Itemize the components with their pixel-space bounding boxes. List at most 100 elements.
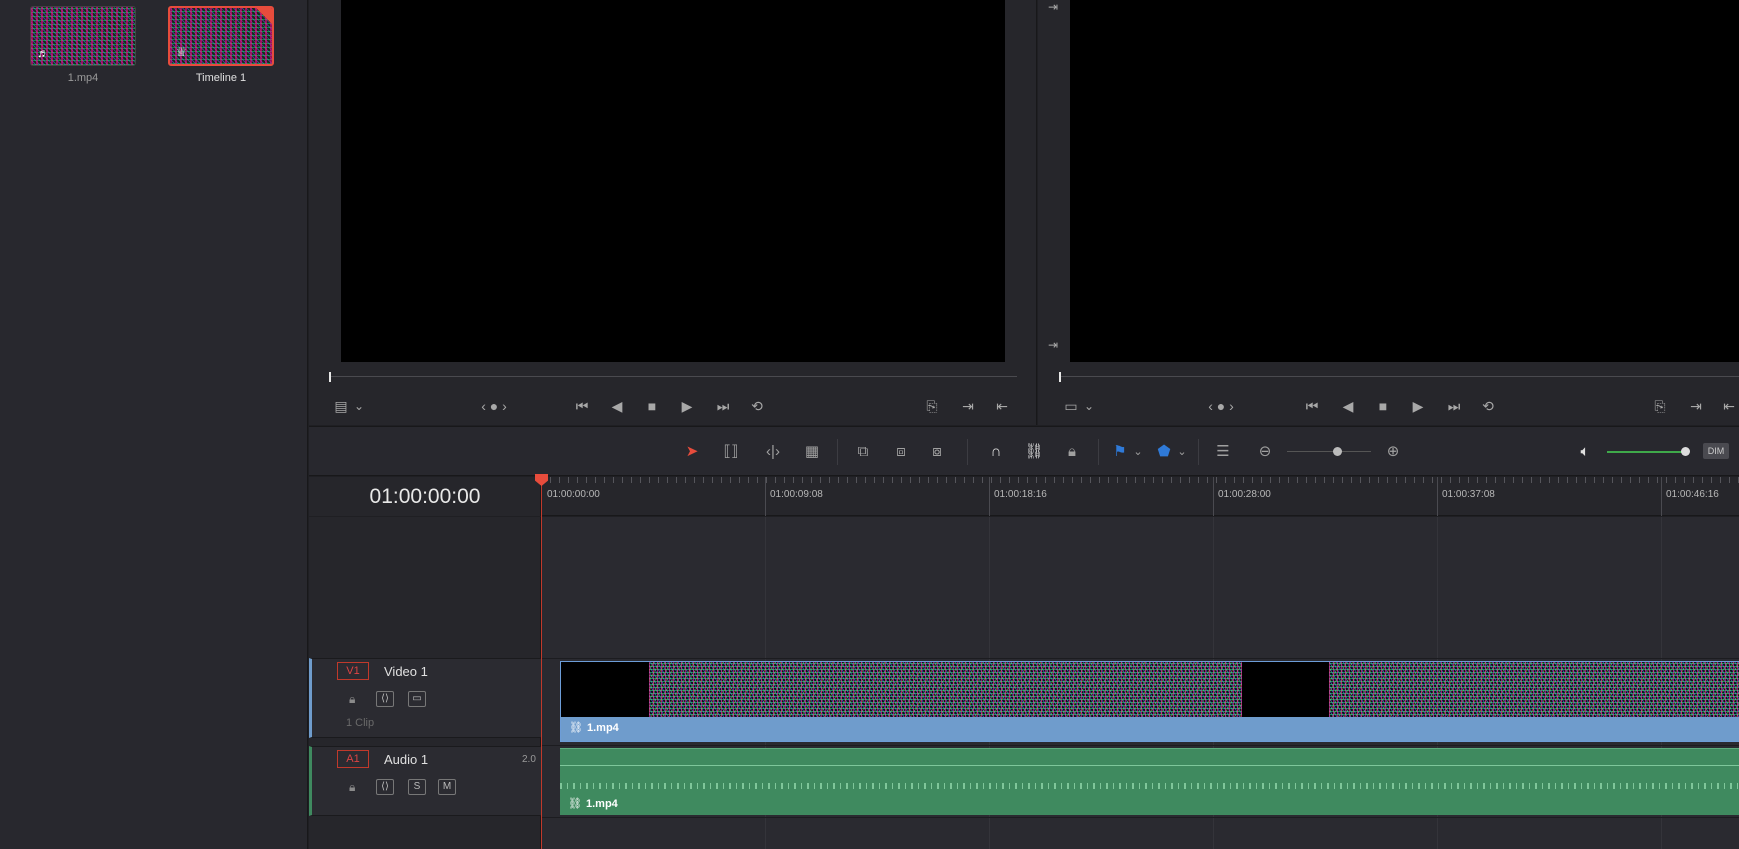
ruler-label: 01:00:18:16 bbox=[994, 489, 1047, 500]
timeline-view-icon[interactable]: ☰ bbox=[1210, 440, 1236, 464]
ruler-label: 01:00:46:16 bbox=[1666, 489, 1719, 500]
audio-level-line[interactable] bbox=[560, 765, 1739, 766]
match-frame-icon[interactable]: ⎘ bbox=[922, 396, 942, 416]
timeline-scrubber[interactable] bbox=[1059, 376, 1739, 377]
prev-edit-icon[interactable]: ⇤ bbox=[1720, 396, 1738, 416]
media-timeline-label: Timeline 1 bbox=[195, 72, 247, 84]
ruler-tick bbox=[765, 477, 766, 516]
ruler-tick bbox=[989, 477, 990, 516]
ruler-label: 01:00:37:08 bbox=[1442, 489, 1495, 500]
zoom-slider-knob[interactable] bbox=[1333, 447, 1342, 456]
ruler-tick bbox=[1213, 477, 1214, 516]
blade-icon[interactable]: ▦ bbox=[799, 440, 825, 464]
view-mode-icon[interactable]: ▤ bbox=[331, 396, 351, 416]
trim-edit-icon[interactable]: ⟦⟧ bbox=[717, 440, 745, 464]
video-clip-name-bar: ⛓ 1.mp4 bbox=[561, 717, 1739, 741]
position-lock-icon[interactable]: 🔒︎ bbox=[1061, 440, 1083, 464]
toolbar-divider bbox=[967, 439, 968, 465]
match-frame-icon[interactable]: ⎘ bbox=[1650, 396, 1670, 416]
track-name[interactable]: Audio 1 bbox=[384, 752, 428, 767]
timeline-ruler[interactable]: 01:00:00:00 01:00:09:08 01:00:18:16 01:0… bbox=[541, 477, 1739, 516]
audio-waveform bbox=[560, 783, 1739, 789]
chevron-down-icon[interactable]: ⌄ bbox=[1083, 396, 1095, 416]
play-icon[interactable]: ▶ bbox=[677, 396, 697, 416]
viewer-edge: ⇥ ⇥ bbox=[1038, 0, 1070, 362]
selection-arrow-icon[interactable]: ➤ bbox=[681, 440, 703, 464]
timeline-viewer: ⇥ ⇥ ▭ ⌄ ‹ ● › ⏮ ◀ ■ ▶ ⏭ ⟲ ⎘ ⇥ ⇤ bbox=[1038, 0, 1739, 425]
audio-clip-name: 1.mp4 bbox=[586, 798, 618, 810]
jog-control[interactable]: ‹ ● › bbox=[469, 396, 519, 416]
track-badge-v1[interactable]: V1 bbox=[337, 662, 369, 680]
jog-control[interactable]: ‹ ● › bbox=[1196, 396, 1246, 416]
jump-to-end-icon[interactable]: ⏭ bbox=[712, 396, 734, 416]
zoom-in-icon[interactable]: ⊕ bbox=[1382, 440, 1404, 464]
source-scrub-head[interactable] bbox=[329, 372, 331, 382]
lock-icon[interactable]: 🔒︎ bbox=[349, 692, 355, 707]
chevron-down-icon[interactable]: ⌄ bbox=[353, 396, 365, 416]
jump-to-start-icon[interactable]: ⏮ bbox=[1301, 396, 1323, 416]
dim-button[interactable]: DIM bbox=[1703, 443, 1729, 459]
selected-corner-icon bbox=[256, 8, 272, 24]
track-divider bbox=[541, 745, 1739, 746]
solo-button[interactable]: S bbox=[408, 779, 426, 795]
overwrite-clip-icon[interactable]: ⧈ bbox=[889, 440, 913, 464]
timeline-viewer-screen[interactable] bbox=[1070, 0, 1739, 362]
source-scrubber[interactable] bbox=[329, 376, 1017, 377]
in-point-icon[interactable]: ⇥ bbox=[1048, 0, 1058, 14]
dynamic-trim-icon[interactable]: ‹|› bbox=[759, 440, 787, 464]
media-clip-1mp4[interactable]: ♬ bbox=[30, 6, 136, 66]
next-edit-icon[interactable]: ⇥ bbox=[958, 396, 978, 416]
play-icon[interactable]: ▶ bbox=[1408, 396, 1428, 416]
video-clip[interactable]: ⛓ 1.mp4 bbox=[560, 661, 1739, 742]
chevron-down-icon[interactable]: ⌄ bbox=[1171, 440, 1193, 464]
play-reverse-icon[interactable]: ◀ bbox=[1338, 396, 1358, 416]
speaker-icon[interactable]: 🔈︎ bbox=[1574, 440, 1596, 464]
timecode-display[interactable]: 01:00:00:00 bbox=[309, 485, 541, 509]
video-track-header[interactable]: V1 Video 1 🔒︎ ⟨⟩ ▭ 1 Clip bbox=[309, 658, 541, 738]
snapping-icon[interactable]: ∩ bbox=[985, 440, 1007, 464]
timeline-scrub-head[interactable] bbox=[1059, 372, 1061, 382]
ruler-label: 01:00:09:08 bbox=[770, 489, 823, 500]
prev-edit-icon[interactable]: ⇤ bbox=[992, 396, 1012, 416]
toolbar-divider bbox=[837, 439, 838, 465]
link-icon: ⛓ bbox=[568, 798, 582, 810]
loop-icon[interactable]: ⟲ bbox=[1478, 396, 1498, 416]
zoom-slider[interactable] bbox=[1287, 451, 1371, 452]
next-edit-icon[interactable]: ⇥ bbox=[1686, 396, 1706, 416]
auto-select-icon[interactable]: ⟨⟩ bbox=[376, 691, 394, 707]
linked-selection-icon[interactable]: ⛓ bbox=[1023, 440, 1045, 464]
lock-icon[interactable]: 🔒︎ bbox=[349, 780, 355, 795]
track-name[interactable]: Video 1 bbox=[384, 664, 428, 679]
safe-area-icon[interactable]: ▭ bbox=[1061, 396, 1081, 416]
replace-clip-icon[interactable]: ⧇ bbox=[923, 440, 951, 464]
media-clip-label: 1.mp4 bbox=[67, 72, 99, 84]
playhead-line[interactable] bbox=[541, 477, 542, 849]
out-point-icon[interactable]: ⇥ bbox=[1048, 338, 1058, 352]
jump-to-start-icon[interactable]: ⏮ bbox=[571, 396, 593, 416]
play-reverse-icon[interactable]: ◀ bbox=[607, 396, 627, 416]
source-viewer-screen[interactable] bbox=[341, 0, 1005, 362]
mute-button[interactable]: M bbox=[438, 779, 456, 795]
monitor-icon[interactable]: ▭ bbox=[408, 691, 426, 707]
loop-icon[interactable]: ⟲ bbox=[747, 396, 767, 416]
stop-icon[interactable]: ■ bbox=[1373, 396, 1393, 416]
audio-track-header[interactable]: A1 Audio 1 2.0 🔒︎ ⟨⟩ S M bbox=[309, 746, 541, 816]
timeline-icon: ♕ bbox=[176, 45, 187, 59]
auto-select-icon[interactable]: ⟨⟩ bbox=[376, 779, 394, 795]
volume-slider[interactable] bbox=[1607, 451, 1683, 453]
jump-to-end-icon[interactable]: ⏭ bbox=[1443, 396, 1465, 416]
volume-slider-knob[interactable] bbox=[1681, 447, 1690, 456]
toolbar-divider bbox=[1098, 439, 1099, 465]
timeline-toolbar: ➤ ⟦⟧ ‹|› ▦ ⧉ ⧈ ⧇ ∩ ⛓ 🔒︎ ⚑ ⌄ ⬟ ⌄ ☰ ⊖ ⊕ 🔈︎… bbox=[309, 426, 1739, 476]
insert-clip-icon[interactable]: ⧉ bbox=[849, 440, 877, 464]
channel-format: 2.0 bbox=[522, 754, 536, 765]
chevron-down-icon[interactable]: ⌄ bbox=[1127, 440, 1149, 464]
media-timeline-1[interactable]: ♕ bbox=[168, 6, 274, 66]
music-note-icon: ♬ bbox=[37, 46, 49, 60]
audio-clip[interactable]: ⛓ 1.mp4 bbox=[560, 748, 1739, 815]
video-clip-thumbnails bbox=[561, 662, 1739, 718]
zoom-out-icon[interactable]: ⊖ bbox=[1254, 440, 1276, 464]
stop-icon[interactable]: ■ bbox=[642, 396, 662, 416]
track-badge-a1[interactable]: A1 bbox=[337, 750, 369, 768]
ruler-label: 01:00:28:00 bbox=[1218, 489, 1271, 500]
